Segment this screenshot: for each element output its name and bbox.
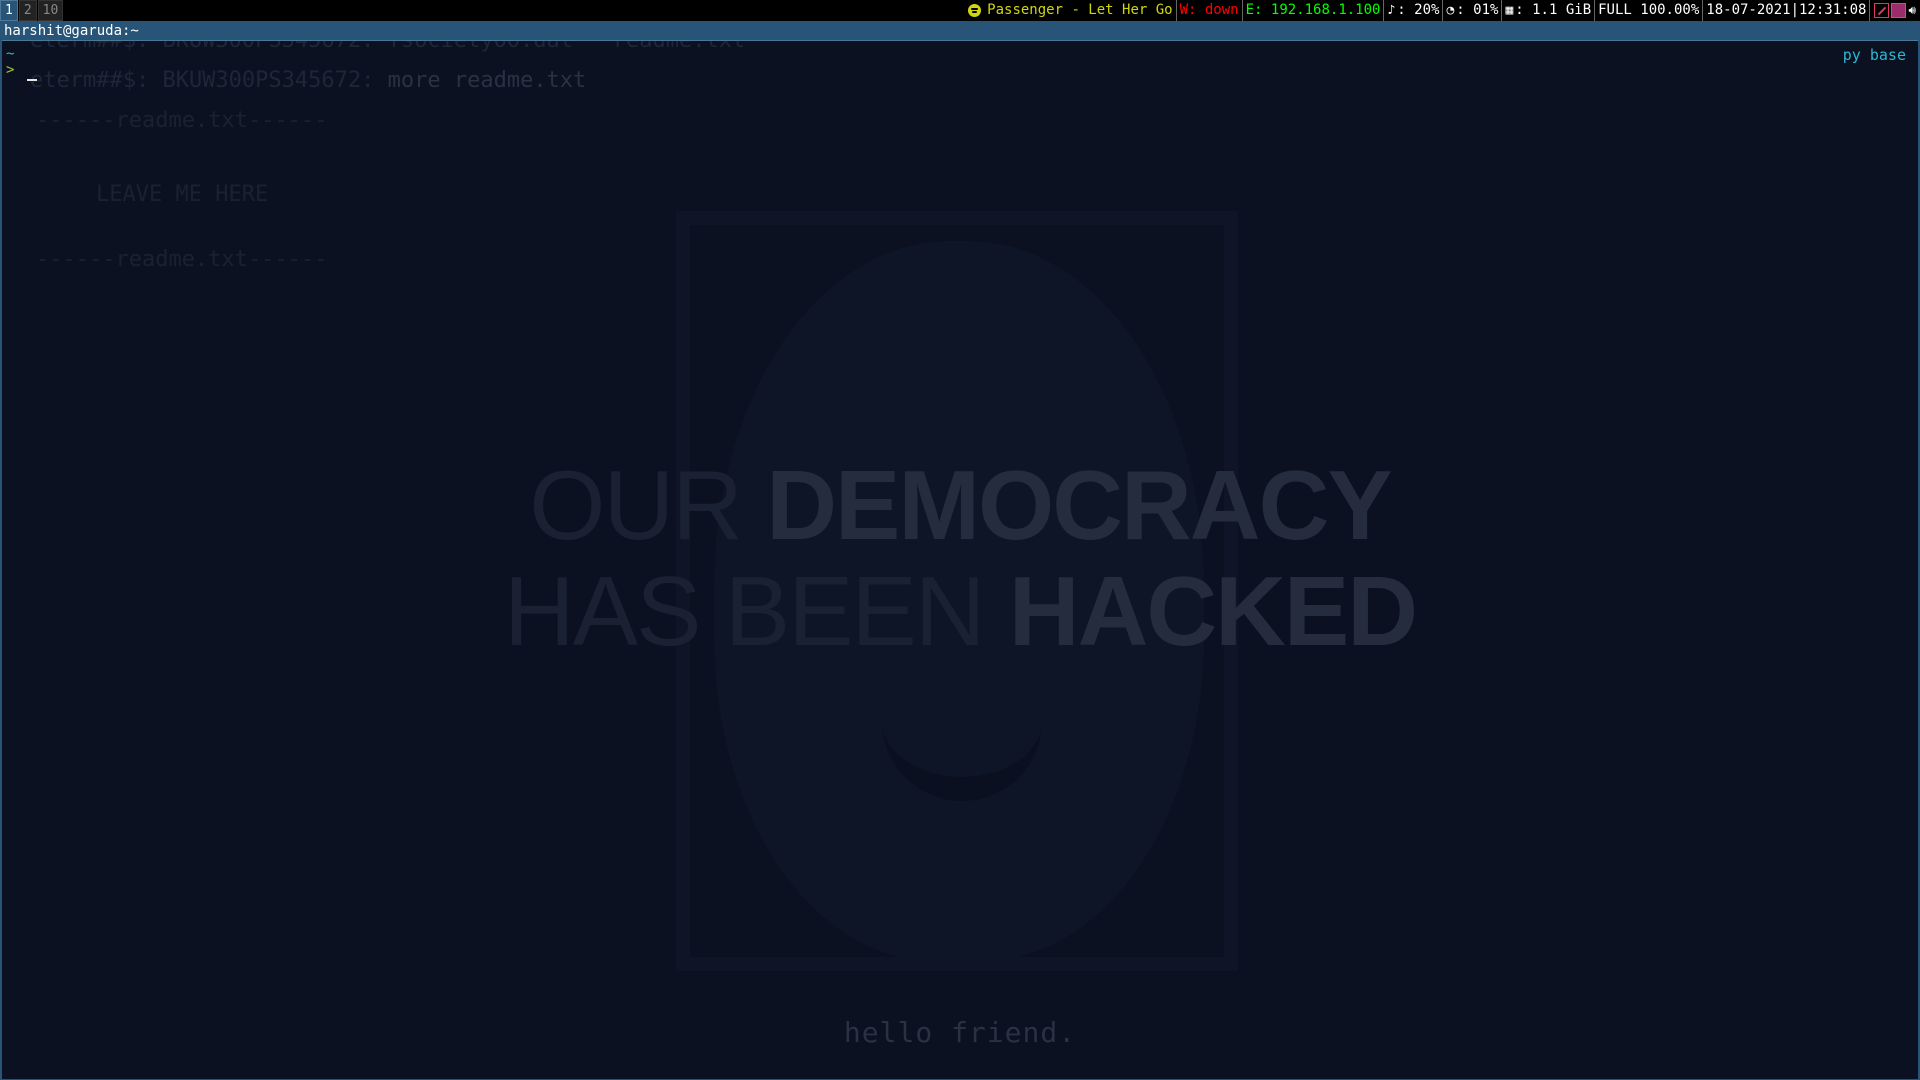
app-icon[interactable]: [1891, 3, 1907, 18]
wifi-block: W: down: [1177, 0, 1243, 21]
ethernet-status-text: E: 192.168.1.100: [1245, 2, 1381, 18]
volume-text: : 20%: [1397, 2, 1440, 18]
volume-block[interactable]: ♪ : 20%: [1384, 0, 1444, 21]
wallpaper-tagline: hello friend.: [843, 1016, 1077, 1049]
music-block[interactable]: Passenger - Let Her Go: [965, 0, 1177, 21]
window-title: harshit@garuda:~: [4, 23, 139, 39]
workspace-button-2[interactable]: 2: [18, 0, 37, 21]
cpu-text: : 01%: [1456, 2, 1499, 18]
wallpaper-headline-line-1: OUR DEMOCRACY: [529, 450, 1392, 560]
status-blocks: Passenger - Let Her Go W: down E: 192.16…: [965, 0, 1920, 21]
speedometer-icon: ◔: [1446, 3, 1455, 18]
terminal-window: harshit@garuda:~ eterm##$: BKUW300PS3456…: [0, 21, 1920, 1080]
pencil-icon[interactable]: [1874, 3, 1890, 18]
music-note-icon: ♪: [1387, 3, 1396, 18]
datetime-block: 18-07-2021|12:31:08: [1703, 0, 1871, 21]
wallpaper-headline-line-2: HAS BEEN HACKED: [503, 556, 1418, 666]
wallpaper-readme-body: LEAVE ME HERE: [96, 182, 269, 207]
workspace-button-10[interactable]: 10: [37, 0, 64, 21]
terminal-area[interactable]: eterm##$: BKUW300PS345672: fsocietyOO.da…: [2, 41, 1918, 1079]
datetime-text: 18-07-2021|12:31:08: [1706, 2, 1867, 18]
text-cursor: [27, 79, 37, 81]
cpu-block: ◔ : 01%: [1443, 0, 1503, 21]
now-playing-text: Passenger - Let Her Go: [987, 2, 1173, 18]
speaker-icon[interactable]: 🔊︎: [1908, 3, 1916, 18]
memory-text: : 1.1 GiB: [1515, 2, 1592, 18]
workspace-button-1[interactable]: 1: [0, 0, 18, 21]
spotify-icon: [968, 4, 982, 17]
workspace-switcher: 1 2 10: [0, 0, 64, 21]
wifi-status-text: W: down: [1179, 2, 1239, 18]
ethernet-block: E: 192.168.1.100: [1243, 0, 1385, 21]
wallpaper-terminal-line-2: eterm##$: BKUW300PS345672: more readme.t…: [30, 68, 587, 93]
system-tray: 🔊︎: [1874, 3, 1916, 18]
memory-icon: ▦: [1505, 3, 1514, 18]
wallpaper-terminal-line-1: eterm##$: BKUW300PS345672: fsocietyOO.da…: [30, 41, 745, 53]
window-titlebar[interactable]: harshit@garuda:~: [2, 21, 1918, 41]
shell-prompt: >: [6, 62, 15, 78]
battery-block: FULL 100.00%: [1595, 0, 1704, 21]
battery-text: FULL 100.00%: [1598, 2, 1700, 18]
wallpaper-readme-open: ------readme.txt------: [36, 108, 328, 133]
right-prompt: py base: [1842, 46, 1906, 64]
status-bar: 1 2 10 Passenger - Let Her Go W: down E:…: [0, 0, 1920, 21]
wallpaper-readme-close: ------readme.txt------: [36, 247, 328, 272]
memory-block: ▦ : 1.1 GiB: [1502, 0, 1596, 21]
current-directory: ~: [6, 46, 15, 62]
